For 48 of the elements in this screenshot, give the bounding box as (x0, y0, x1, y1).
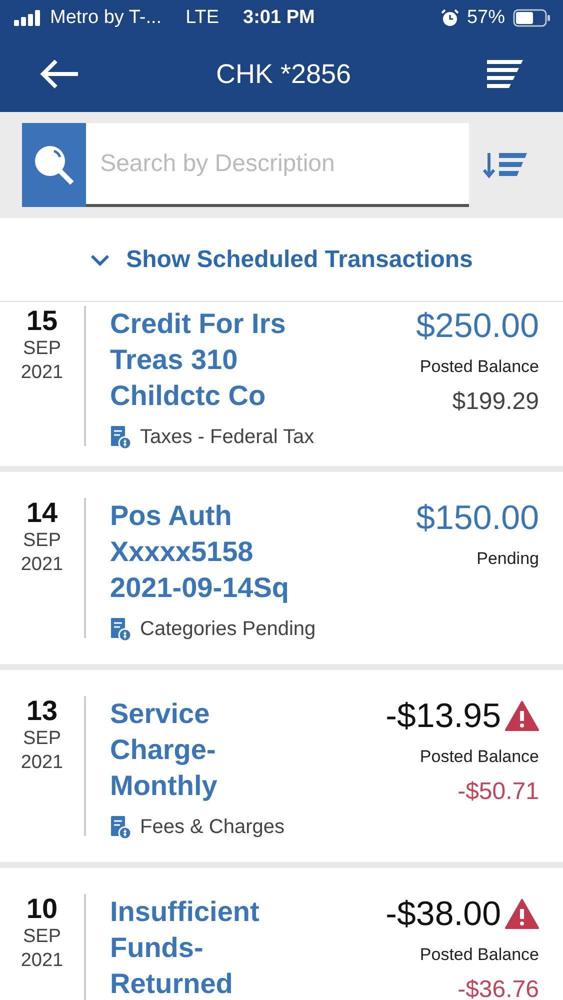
battery-icon (513, 9, 551, 27)
battery-percent: 57% (466, 6, 505, 30)
transaction-description[interactable]: Insufficient Funds-Returned (110, 894, 310, 1000)
signal-icon (14, 10, 42, 26)
menu-icon[interactable] (487, 60, 523, 88)
balance-amount: $199.29 (452, 386, 539, 416)
screen-title: CHK *2856 (216, 58, 352, 91)
status-time: 3:01 PM (243, 6, 315, 30)
balance-amount: -$36.76 (458, 974, 539, 1000)
transaction-description[interactable]: Pos Auth Xxxxx5158 2021-09-14Sq (110, 498, 310, 606)
sort-icon[interactable] (482, 151, 527, 179)
balance-status: Posted Balance (420, 746, 539, 768)
scheduled-toggle[interactable]: Show Scheduled Transactions (0, 218, 563, 302)
date-month: SEP (22, 528, 62, 553)
network-type: LTE (186, 6, 220, 30)
search-field[interactable]: Search by Description (86, 123, 469, 207)
transaction-amount: -$13.95 (386, 696, 501, 736)
date-month: SEP (22, 336, 62, 361)
date-day: 13 (0, 696, 84, 727)
transaction-amount: $150.00 (416, 498, 539, 538)
search-button[interactable] (22, 123, 86, 207)
transaction-description[interactable]: Credit For Irs Treas 310 Childctc Co (110, 306, 310, 414)
search-icon (32, 143, 76, 187)
alarm-icon (440, 9, 459, 27)
balance-status: Pending (476, 548, 539, 570)
receipt-icon (110, 815, 132, 839)
category-label: Categories Pending (140, 617, 316, 642)
date-month: SEP (22, 924, 62, 949)
receipt-icon (110, 617, 132, 641)
transaction-amount: $250.00 (416, 306, 539, 346)
date-day: 15 (0, 306, 84, 337)
date-day: 10 (0, 894, 84, 925)
carrier-name: Metro by T-... (50, 6, 162, 30)
balance-amount: -$50.71 (458, 776, 539, 806)
date-year: 2021 (20, 552, 64, 576)
receipt-icon (110, 425, 132, 449)
date-year: 2021 (20, 750, 64, 774)
date-month: SEP (22, 726, 62, 751)
date-year: 2021 (20, 360, 64, 384)
balance-status: Posted Balance (420, 944, 539, 966)
date-year: 2021 (20, 948, 64, 972)
category-label: Taxes - Federal Tax (140, 425, 314, 450)
date-day: 14 (0, 498, 84, 529)
balance-status: Posted Balance (420, 356, 539, 378)
category-label: Fees & Charges (140, 815, 285, 840)
back-arrow-icon[interactable] (40, 59, 80, 89)
transaction-amount: -$38.00 (386, 894, 501, 934)
transaction-description[interactable]: Service Charge-Monthly (110, 696, 310, 804)
